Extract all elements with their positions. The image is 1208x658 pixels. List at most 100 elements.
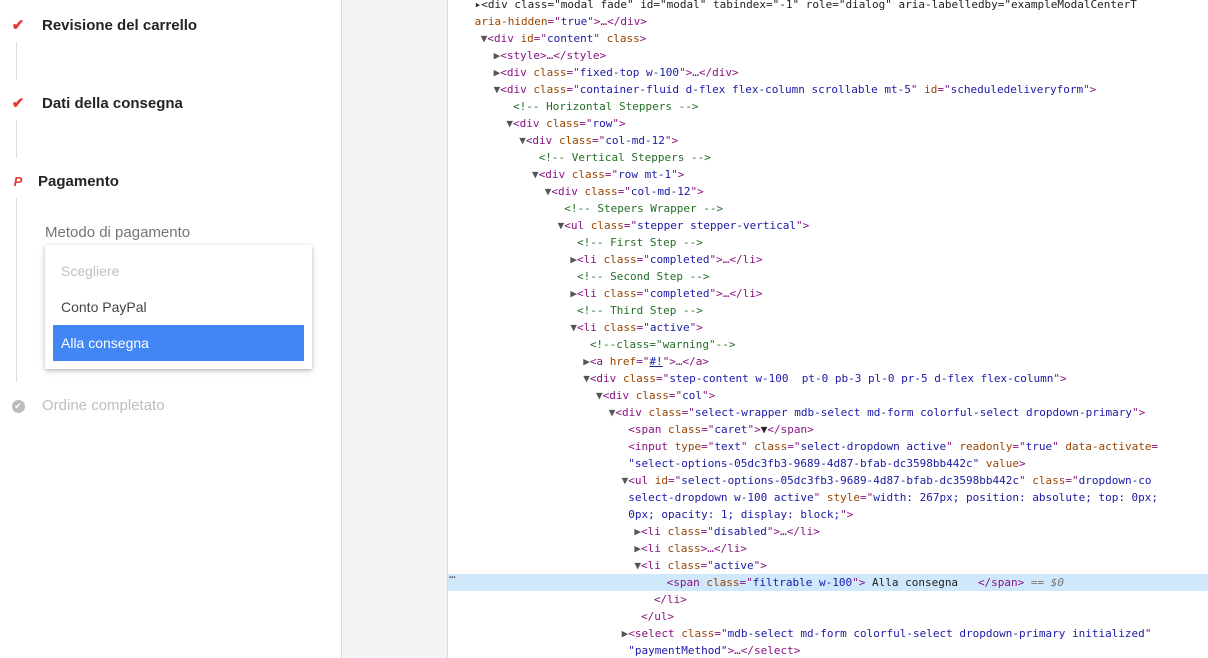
dom-token: =" <box>636 321 650 334</box>
devtools-elements-panel[interactable]: ▸<div class="modal fade" id="modal" tabi… <box>447 0 1208 658</box>
dropdown-option-paypal[interactable]: Conto PayPal <box>45 289 312 325</box>
collapse-triangle-icon[interactable]: ▼ <box>532 168 539 181</box>
dom-tree-node[interactable]: ▸<div class="modal fade" id="modal" tabi… <box>448 0 1208 13</box>
dom-token: <div <box>551 185 585 198</box>
step-title[interactable]: Revisione del carrello <box>42 17 197 34</box>
dropdown-option-cash-on-delivery[interactable]: Alla consegna <box>53 325 304 361</box>
dom-tree-node[interactable]: </ul> <box>448 608 1208 625</box>
dom-token: "> <box>690 185 704 198</box>
dom-token: =" <box>681 406 695 419</box>
dom-tree-node[interactable]: ▶<a href="#!">…</a> <box>448 353 1208 370</box>
dom-tree-node-selected[interactable]: <span class="filtrable w-100"> Alla cons… <box>448 574 1208 591</box>
dom-tree-node[interactable]: 0px; opacity: 1; display: block;"> <box>448 506 1208 523</box>
dom-token: value <box>985 457 1019 470</box>
dom-token: stepper stepper-vertical <box>637 219 797 232</box>
more-actions-icon[interactable]: … <box>449 566 456 583</box>
dom-tree-node[interactable]: <!-- Second Step --> <box>448 268 1208 285</box>
dom-token: = <box>1151 440 1159 453</box>
dom-token: style <box>826 491 861 504</box>
dom-token: "> <box>747 423 761 436</box>
dom-token: "> <box>702 389 716 402</box>
dom-token: <div <box>487 32 521 45</box>
dom-tree-node[interactable]: <span class="caret">▼</span> <box>448 421 1208 438</box>
payment-method-dropdown[interactable]: Scegliere Conto PayPal Alla consegna <box>45 245 312 369</box>
dom-tree-node[interactable]: ▼<ul class="stepper stepper-vertical"> <box>448 217 1208 234</box>
dom-tree-node[interactable]: ▼<div class="col-md-12"> <box>448 183 1208 200</box>
dom-token: =" <box>656 372 670 385</box>
dom-token: class <box>590 219 624 232</box>
collapse-triangle-icon[interactable]: ▼ <box>596 389 603 402</box>
dom-token: > <box>639 32 647 45</box>
dom-token: =" <box>700 559 714 572</box>
dom-token: "> <box>671 168 685 181</box>
dom-token: <!-- Horizontal Steppers --> <box>513 100 699 113</box>
dom-tree-node[interactable]: <!-- Horizontal Steppers --> <box>448 98 1208 115</box>
checkout-stepper-panel: ✔ Revisione del carrello ✔ Dati della co… <box>0 0 342 658</box>
step-title[interactable]: Ordine completato <box>42 397 165 414</box>
dom-tree-node[interactable]: ▶<li class="disabled">…</li> <box>448 523 1208 540</box>
dom-token: caret <box>714 423 748 436</box>
dom-tree-node[interactable]: ▼<div class="row"> <box>448 115 1208 132</box>
dom-token: <style>…</style> <box>500 49 607 62</box>
dom-tree-node[interactable]: ▼<div class="row mt-1"> <box>448 166 1208 183</box>
dom-token: col <box>682 389 702 402</box>
dom-token: row <box>592 117 613 130</box>
collapse-triangle-icon[interactable]: ▼ <box>583 372 590 385</box>
dom-tree-node[interactable]: ▼<div class="col"> <box>448 387 1208 404</box>
dom-tree-node[interactable]: "select-options-05dc3fb3-9689-4d87-bfab-… <box>448 455 1208 472</box>
dom-token: select-dropdown active <box>800 440 947 453</box>
dom-tree-node[interactable]: select-dropdown w-100 active" style="wid… <box>448 489 1208 506</box>
dom-token: aria-hidden <box>474 15 548 28</box>
dom-token: ">…</li> <box>709 287 763 300</box>
dom-tree-node[interactable]: ▶<select class="mdb-select md-form color… <box>448 625 1208 642</box>
dom-tree-node[interactable]: <!-- Stepers Wrapper --> <box>448 200 1208 217</box>
dom-tree-node[interactable]: <!-- First Step --> <box>448 234 1208 251</box>
step-title[interactable]: Pagamento <box>38 173 119 190</box>
dom-tree-node[interactable]: ▼<div class="select-wrapper mdb-select m… <box>448 404 1208 421</box>
dom-token: =" <box>700 525 714 538</box>
dom-tree-node[interactable]: <input type="text" class="select-dropdow… <box>448 438 1208 455</box>
dom-token: active <box>713 559 754 572</box>
dom-token: mdb-select md-form colorful-select dropd… <box>727 627 1145 640</box>
dom-tree-node[interactable]: ▶<li class="completed">…</li> <box>448 251 1208 268</box>
dom-tree-node[interactable]: <!--class="warning"--> <box>448 336 1208 353</box>
dom-tree-node[interactable]: ▼<ul id="select-options-05dc3fb3-9689-4d… <box>448 472 1208 489</box>
expand-triangle-icon[interactable]: ▶ <box>583 355 590 368</box>
dom-token: class <box>584 185 618 198</box>
dom-tree-node[interactable]: ▶<li class="completed">…</li> <box>448 285 1208 302</box>
dom-token: class <box>667 423 702 436</box>
dom-token: =" <box>533 32 548 45</box>
dom-token: ">…</li> <box>766 525 820 538</box>
dom-tree-node[interactable]: ▼<div class="step-content w-100 pt-0 pb-… <box>448 370 1208 387</box>
dom-tree-node[interactable]: ▼<li class="active"> <box>448 319 1208 336</box>
dom-token: "> <box>753 559 767 572</box>
dom-tree-node[interactable]: ▶<li class>…</li> <box>448 540 1208 557</box>
dom-token: active <box>649 321 690 334</box>
dom-tree-node[interactable]: ▼<li class="active"> <box>448 557 1208 574</box>
dom-tree-node[interactable]: ▼<div class="col-md-12"> <box>448 132 1208 149</box>
dom-token: <input <box>628 440 675 453</box>
dom-tree-node[interactable]: <!-- Vertical Steppers --> <box>448 149 1208 166</box>
dom-token: =" <box>547 15 561 28</box>
dom-tree-node[interactable]: aria-hidden="true">…</div> <box>448 13 1208 30</box>
dom-tree-node[interactable]: ▼<div class="container-fluid d-flex flex… <box>448 81 1208 98</box>
dom-token: <div <box>538 168 572 181</box>
collapse-triangle-icon[interactable]: ▼ <box>519 134 526 147</box>
dom-tree-node[interactable]: </li> <box>448 591 1208 608</box>
dom-token: class <box>603 253 637 266</box>
dom-token: <a <box>589 355 610 368</box>
dom-token: " <box>1018 474 1033 487</box>
dom-tree-node[interactable]: ▶<style>…</style> <box>448 47 1208 64</box>
dom-tree-node[interactable]: "paymentMethod">…</select> <box>448 642 1208 658</box>
step-title[interactable]: Dati della consegna <box>42 95 183 112</box>
dom-token: "> <box>796 219 810 232</box>
dom-token: <div <box>500 66 534 79</box>
dom-tree-node[interactable]: ▼<div id="content" class> <box>448 30 1208 47</box>
dom-token: "paymentMethod" <box>628 644 728 657</box>
dom-tree-node[interactable]: <!-- Third Step --> <box>448 302 1208 319</box>
dom-token: =" <box>566 66 580 79</box>
dom-tree-node[interactable]: ▶<div class="fixed-top w-100">…</div> <box>448 64 1208 81</box>
dom-token: class <box>754 440 788 453</box>
dom-token: class <box>571 168 605 181</box>
dom-token: class <box>558 134 593 147</box>
